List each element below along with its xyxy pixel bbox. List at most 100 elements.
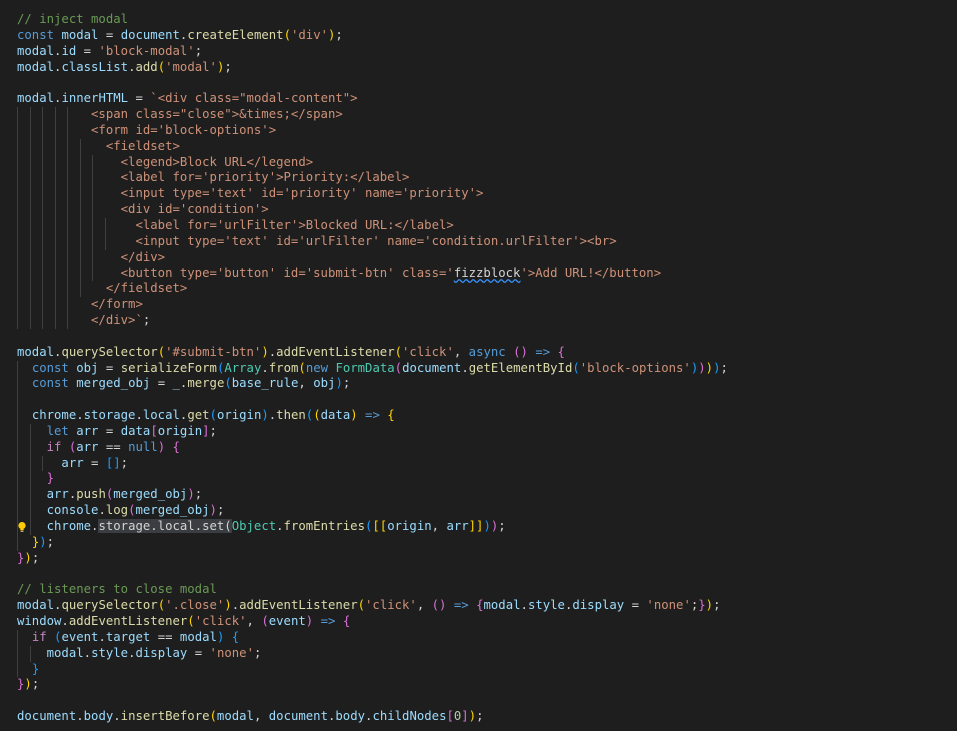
code-bracket: [] <box>105 455 121 470</box>
code-line[interactable]: modal.style.display = 'none'; <box>0 645 957 662</box>
code-line[interactable]: window.addEventListener('click', (event)… <box>0 614 957 630</box>
code-bracket: ) <box>261 344 269 359</box>
code-identifier: style <box>527 598 565 613</box>
code-line[interactable]: </div>`; <box>0 313 957 329</box>
code-line[interactable] <box>0 392 957 409</box>
code-bracket: ( <box>313 408 321 423</box>
code-line[interactable]: modal.classList.add('modal'); <box>0 60 957 76</box>
code-line[interactable]: if (event.target == modal) { <box>0 629 957 646</box>
code-line[interactable]: } <box>0 471 957 488</box>
code-class: FormData <box>335 360 395 375</box>
code-line[interactable]: modal.id = 'block-modal'; <box>0 44 957 60</box>
code-line[interactable]: const obj = serializeForm(Array.from(new… <box>0 360 957 377</box>
code-punctuation: . <box>83 645 92 660</box>
code-line[interactable]: <input type='text' id='urlFilter' name='… <box>0 233 957 250</box>
code-bracket: ( <box>283 27 291 42</box>
code-punctuation: = <box>98 27 121 42</box>
code-bracket: ( <box>157 344 166 359</box>
code-line[interactable]: modal.querySelector('.close').addEventLi… <box>0 598 957 614</box>
code-line[interactable]: }); <box>0 551 957 567</box>
code-line[interactable] <box>0 567 957 583</box>
code-line[interactable]: chrome.storage.local.get(origin).then((d… <box>0 408 957 424</box>
code-text: modal.classList.add('modal'); <box>17 60 232 74</box>
code-punctuation: ; <box>194 43 203 58</box>
code-line[interactable]: <fieldset> <box>0 138 957 155</box>
code-text: }); <box>17 677 39 691</box>
code-line[interactable]: <button type='button' id='submit-btn' cl… <box>0 265 957 282</box>
code-identifier: data <box>120 423 151 438</box>
code-punctuation <box>17 361 32 375</box>
code-bracket: () <box>431 598 447 613</box>
code-line[interactable]: <legend>Block URL</legend> <box>0 154 957 171</box>
code-editor[interactable]: // inject modal const modal = document.cr… <box>0 0 957 731</box>
code-bracket: ) <box>705 360 714 375</box>
code-function: addEventListener <box>68 614 188 629</box>
code-identifier: base_rule <box>231 376 299 391</box>
code-line[interactable]: arr.push(merged_obj); <box>0 487 957 504</box>
code-line[interactable]: <input type='text' id='priority' name='p… <box>0 186 957 203</box>
code-punctuation: = <box>98 360 121 375</box>
code-bracket: ) <box>483 519 491 533</box>
code-string: <legend>Block URL</legend> <box>17 154 314 169</box>
code-line[interactable] <box>0 693 957 709</box>
code-text: chrome.storage.local.set(Object.fromEntr… <box>17 519 506 533</box>
code-identifier: event <box>61 629 99 644</box>
code-identifier: display <box>572 598 625 613</box>
code-line[interactable]: const modal = document.createElement('di… <box>0 28 957 44</box>
code-punctuation <box>17 535 32 549</box>
code-bracket: ( <box>209 709 217 724</box>
code-class: Object <box>231 519 277 533</box>
code-line[interactable]: <div id='condition'> <box>0 202 957 218</box>
code-line[interactable]: }); <box>0 534 957 551</box>
code-function: getElementById <box>468 360 573 375</box>
code-line[interactable]: </div> <box>0 249 957 266</box>
code-line[interactable]: chrome.storage.local.set(Object.fromEntr… <box>0 519 957 535</box>
code-keyword: async <box>468 344 506 359</box>
code-string: </div>` <box>17 313 143 328</box>
code-line[interactable]: <label for='priority'>Priority:</label> <box>0 170 957 187</box>
code-line[interactable] <box>0 329 957 345</box>
code-line[interactable]: <span class="close">&times;</span> <box>0 107 957 123</box>
code-punctuation: , <box>298 376 314 391</box>
code-line[interactable]: modal.innerHTML = `<div class="modal-con… <box>0 91 957 107</box>
code-line[interactable]: // listeners to close modal <box>0 582 957 598</box>
code-punctuation: . <box>98 629 106 644</box>
code-identifier: origin <box>216 408 262 423</box>
code-punctuation: . <box>98 503 106 518</box>
code-line[interactable] <box>0 75 957 91</box>
code-line[interactable]: const merged_obj = _.merge(base_rule, ob… <box>0 376 957 393</box>
code-punctuation: == <box>150 629 180 644</box>
code-function: fromEntries <box>283 519 365 533</box>
code-line[interactable]: // inject modal <box>0 12 957 28</box>
code-punctuation <box>17 519 47 533</box>
code-punctuation: . <box>113 709 121 724</box>
code-bracket: ) <box>224 598 232 613</box>
code-line[interactable]: <form id='block-options'> <box>0 122 957 139</box>
code-line[interactable]: document.body.insertBefore(modal, docume… <box>0 709 957 725</box>
code-punctuation <box>469 598 476 612</box>
code-line[interactable]: if (arr == null) { <box>0 439 957 456</box>
code-punctuation: ; <box>224 59 232 74</box>
code-string: `<div class="modal-content"> <box>150 91 358 106</box>
code-bracket: } <box>46 471 55 486</box>
code-line[interactable]: let arr = data[origin]; <box>0 423 957 440</box>
code-punctuation <box>224 630 231 644</box>
code-line[interactable]: <label for='urlFilter'>Blocked URL:</lab… <box>0 217 957 234</box>
code-bracket: ( <box>261 614 269 629</box>
code-punctuation <box>358 408 365 422</box>
code-line[interactable]: arr = []; <box>0 455 957 472</box>
code-line[interactable]: </fieldset> <box>0 281 957 298</box>
code-text: modal.querySelector('#submit-btn').addEv… <box>17 345 565 359</box>
code-line[interactable]: modal.querySelector('#submit-btn').addEv… <box>0 345 957 361</box>
code-identifier: modal <box>17 43 55 58</box>
code-line[interactable]: </form> <box>0 297 957 314</box>
code-text: </form> <box>17 297 143 311</box>
code-line[interactable]: console.log(merged_obj); <box>0 503 957 519</box>
code-punctuation: . <box>520 598 528 613</box>
code-function: serializeForm <box>120 360 217 375</box>
code-line[interactable]: } <box>0 661 957 678</box>
code-line[interactable]: }); <box>0 677 957 693</box>
code-identifier: document <box>268 709 328 724</box>
code-bracket: ) <box>187 487 195 502</box>
code-identifier: style <box>91 645 129 660</box>
